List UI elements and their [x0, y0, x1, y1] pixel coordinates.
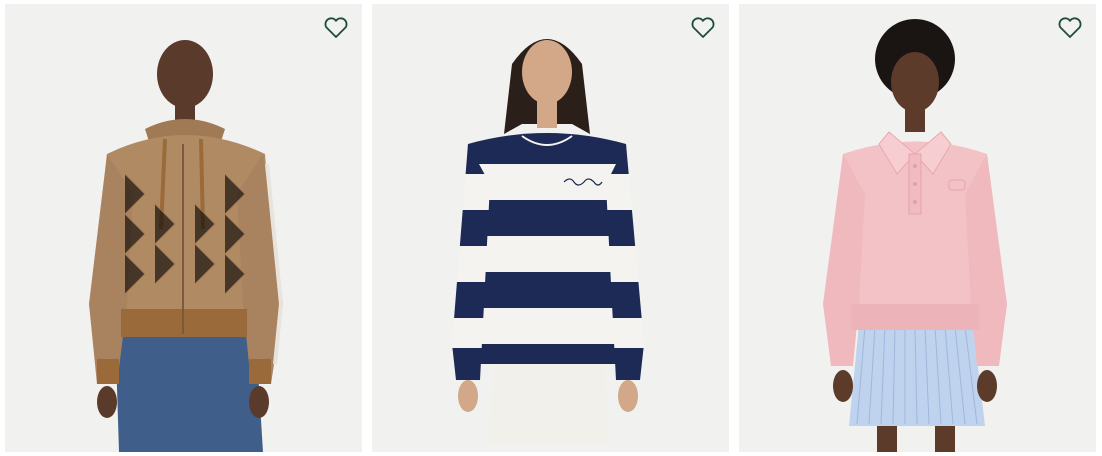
wishlist-heart-icon[interactable]: [689, 16, 717, 42]
product-card[interactable]: [5, 4, 362, 452]
product-card[interactable]: [372, 4, 729, 452]
wishlist-heart-icon[interactable]: [322, 16, 350, 42]
product-card[interactable]: [739, 4, 1096, 452]
product-image[interactable]: [372, 4, 729, 452]
product-image[interactable]: [739, 4, 1096, 452]
product-image[interactable]: [5, 4, 362, 452]
wishlist-heart-icon[interactable]: [1056, 16, 1084, 42]
product-grid: [0, 0, 1102, 456]
